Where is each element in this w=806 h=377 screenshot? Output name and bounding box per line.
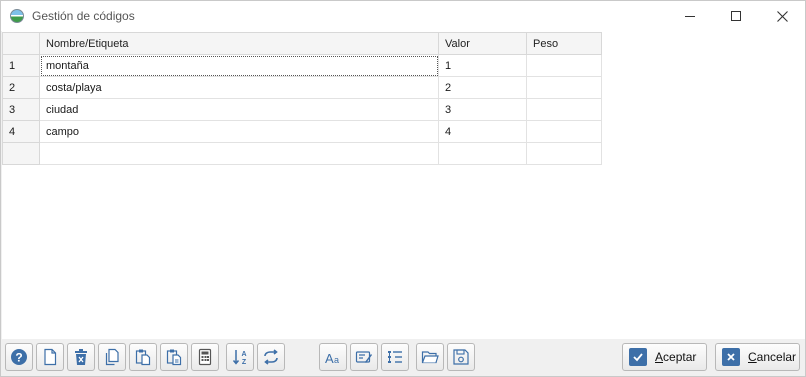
cancel-icon xyxy=(722,348,740,366)
new-button[interactable] xyxy=(36,343,64,371)
delete-icon xyxy=(75,349,87,365)
weight-cell[interactable] xyxy=(526,54,602,77)
name-cell[interactable]: campo xyxy=(39,120,439,143)
copy-button[interactable] xyxy=(98,343,126,371)
accept-button[interactable]: Aceptar xyxy=(622,343,707,371)
weight-cell[interactable] xyxy=(526,98,602,121)
edit-labels-button[interactable] xyxy=(350,343,378,371)
column-header-value[interactable]: Valor xyxy=(438,32,527,55)
calculator-button[interactable] xyxy=(191,343,219,371)
save-button[interactable] xyxy=(447,343,475,371)
row-number[interactable]: 1 xyxy=(2,54,40,77)
cancel-label: Cancelar xyxy=(748,350,797,364)
help-button[interactable]: ? xyxy=(5,343,33,371)
table-row: 1 montaña 1 xyxy=(2,54,602,77)
svg-text:?: ? xyxy=(15,351,22,365)
row-number[interactable]: 3 xyxy=(2,98,40,121)
column-header-name[interactable]: Nombre/Etiqueta xyxy=(39,32,439,55)
svg-text:Z: Z xyxy=(242,359,247,366)
value-cell[interactable]: 4 xyxy=(438,120,527,143)
help-icon: ? xyxy=(11,349,27,365)
codes-grid-area: Nombre/Etiqueta Valor Peso 1 montaña 1 2… xyxy=(2,31,805,339)
open-button[interactable] xyxy=(416,343,444,371)
open-folder-icon xyxy=(421,351,439,364)
minimize-button[interactable] xyxy=(667,1,713,31)
list-icon xyxy=(388,351,402,363)
row-number[interactable] xyxy=(2,142,40,165)
bottom-toolbar: ? AZ Aa Aceptar Cancelar xyxy=(1,339,805,376)
svg-text:A: A xyxy=(241,351,246,358)
paste-special-button[interactable] xyxy=(160,343,188,371)
table-row: 4 campo 4 xyxy=(2,120,602,143)
recode-button[interactable] xyxy=(257,343,285,371)
calculator-icon xyxy=(198,348,212,366)
svg-text:a: a xyxy=(334,355,339,365)
minimize-icon xyxy=(685,15,695,17)
maximize-icon xyxy=(731,11,741,21)
recode-icon xyxy=(264,349,278,365)
name-cell[interactable] xyxy=(39,142,439,165)
copy-icon xyxy=(105,348,119,366)
font-button[interactable]: Aa xyxy=(319,343,347,371)
app-logo-icon xyxy=(10,9,24,23)
maximize-button[interactable] xyxy=(713,1,759,31)
paste-icon xyxy=(135,349,151,366)
sort-button[interactable]: AZ xyxy=(226,343,254,371)
font-icon: Aa xyxy=(325,351,339,366)
paste-special-icon xyxy=(166,349,182,366)
name-cell[interactable]: ciudad xyxy=(39,98,439,121)
weight-cell[interactable] xyxy=(526,142,602,165)
table-row: 2 costa/playa 2 xyxy=(2,76,602,99)
new-document-icon xyxy=(44,348,57,366)
svg-text:A: A xyxy=(325,351,334,366)
delete-button[interactable] xyxy=(67,343,95,371)
value-cell[interactable]: 1 xyxy=(438,54,527,77)
cancel-button[interactable]: Cancelar xyxy=(715,343,800,371)
codes-dialog: Gestión de códigos Nombre/Etiqueta Valor… xyxy=(0,0,806,377)
window-title: Gestión de códigos xyxy=(32,9,135,23)
row-number[interactable]: 4 xyxy=(2,120,40,143)
weight-cell[interactable] xyxy=(526,120,602,143)
value-cell[interactable]: 3 xyxy=(438,98,527,121)
name-cell[interactable]: montaña xyxy=(39,54,439,77)
edit-labels-icon xyxy=(355,351,372,363)
corner-header[interactable] xyxy=(2,32,40,55)
checkmark-icon xyxy=(629,348,647,366)
table-header-row: Nombre/Etiqueta Valor Peso xyxy=(2,32,602,55)
weight-cell[interactable] xyxy=(526,76,602,99)
codes-table: Nombre/Etiqueta Valor Peso 1 montaña 1 2… xyxy=(2,32,602,165)
name-cell[interactable]: costa/playa xyxy=(39,76,439,99)
list-button[interactable] xyxy=(381,343,409,371)
table-row xyxy=(2,142,602,165)
title-bar: Gestión de códigos xyxy=(1,1,805,31)
value-cell[interactable] xyxy=(438,142,527,165)
column-header-weight[interactable]: Peso xyxy=(526,32,602,55)
value-cell[interactable]: 2 xyxy=(438,76,527,99)
accept-label: Aceptar xyxy=(655,350,697,364)
close-icon xyxy=(776,10,788,22)
sort-az-icon: AZ xyxy=(232,350,247,366)
paste-button[interactable] xyxy=(129,343,157,371)
save-icon xyxy=(453,349,469,365)
table-row: 3 ciudad 3 xyxy=(2,98,602,121)
close-button[interactable] xyxy=(759,1,805,31)
row-number[interactable]: 2 xyxy=(2,76,40,99)
